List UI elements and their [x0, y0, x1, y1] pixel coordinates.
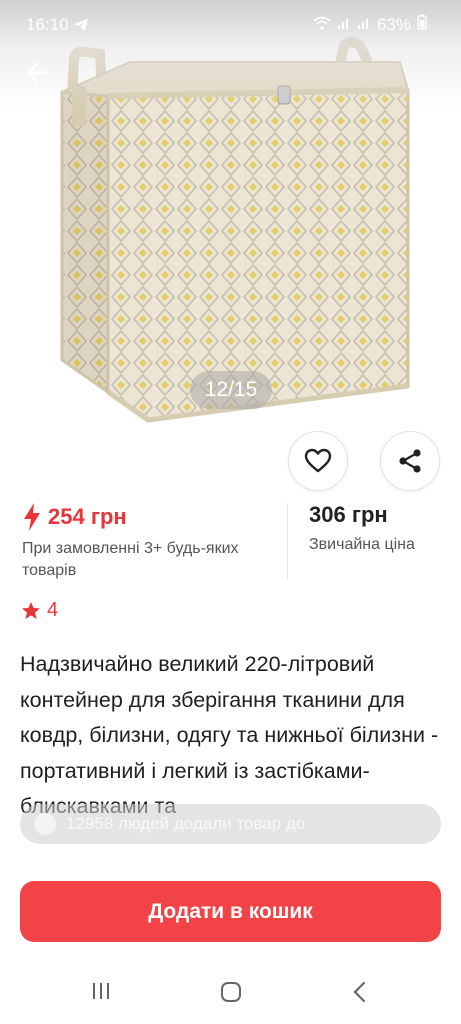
product-image-gallery[interactable]: 16:10 63% 12/15: [0, 0, 461, 428]
signal-icon-2: [357, 15, 371, 35]
recent-apps-button[interactable]: [90, 980, 112, 1007]
battery-percent: 63%: [376, 14, 411, 34]
back-button[interactable]: [20, 56, 54, 90]
star-icon: [22, 601, 40, 619]
recents-icon: [93, 983, 109, 999]
share-button[interactable]: [380, 431, 440, 491]
signal-icon: [337, 15, 351, 35]
wifi-icon: [313, 15, 331, 35]
toast-text: 12958 людей додали товар до: [66, 814, 306, 833]
regular-price-block: 306 грн Звичайна ціна: [309, 502, 415, 554]
toast-icon: [34, 813, 56, 835]
rating[interactable]: 4: [21, 599, 58, 622]
promo-price-block: 254 грн При замовленні 3+ будь-яких това…: [22, 502, 272, 582]
share-icon: [399, 449, 421, 473]
image-counter: 12/15: [190, 371, 272, 409]
rating-value: 4: [47, 599, 59, 621]
home-icon: [221, 982, 241, 1002]
promo-price-row: 254 грн: [22, 502, 272, 532]
home-button[interactable]: [219, 980, 243, 1009]
system-back-button[interactable]: [350, 980, 370, 1009]
status-time: 16:10: [26, 15, 69, 34]
chevron-left-icon: [353, 981, 366, 1003]
favorite-button[interactable]: [288, 431, 348, 491]
status-bar: 16:10 63%: [0, 0, 461, 50]
system-nav-bar: [0, 960, 461, 1024]
lightning-icon: [24, 503, 40, 531]
add-to-cart-button[interactable]: Додати в кошик: [20, 881, 441, 942]
telegram-icon: [73, 17, 89, 37]
heart-icon: [304, 448, 332, 473]
price-divider: [287, 503, 288, 579]
regular-price: 306 грн: [309, 502, 388, 527]
status-icons: 63%: [313, 14, 427, 35]
battery-icon: [417, 14, 427, 35]
regular-price-label: Звичайна ціна: [309, 536, 415, 553]
back-arrow-icon: [26, 62, 49, 84]
promo-price: 254 грн: [48, 504, 127, 529]
social-proof-toast: 12958 людей додали товар до: [20, 804, 441, 844]
promo-condition: При замовленні 3+ будь-яких товарів: [22, 540, 239, 579]
